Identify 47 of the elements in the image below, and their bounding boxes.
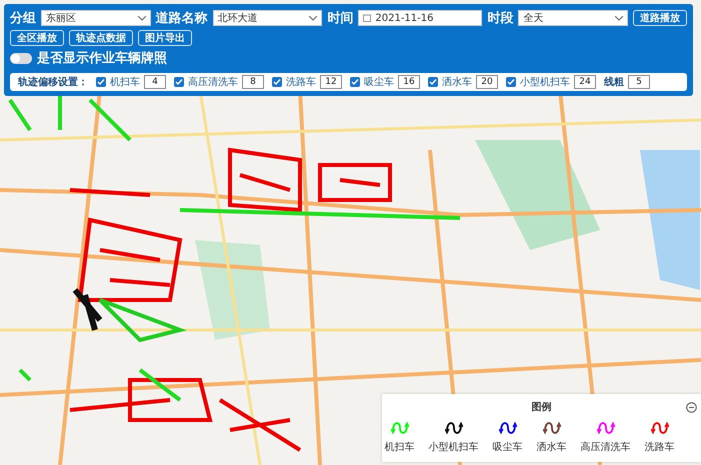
field-label: 分组 xyxy=(10,10,36,27)
caret-icon xyxy=(138,16,146,20)
date-field[interactable]: 2021-11-16 xyxy=(358,10,482,26)
action-button[interactable]: 图片导出 xyxy=(138,30,192,46)
checkbox[interactable] xyxy=(350,77,360,87)
calendar-icon xyxy=(363,14,372,22)
caret-icon xyxy=(309,16,318,20)
checkbox[interactable] xyxy=(506,77,516,87)
select-field[interactable]: 北环大道 xyxy=(212,10,322,26)
action-button[interactable]: 全区播放 xyxy=(10,30,64,46)
offset-input[interactable]: 24 xyxy=(574,75,596,89)
legend-title: 图例 xyxy=(532,400,552,414)
caret-icon xyxy=(615,16,623,20)
offset-input[interactable]: 20 xyxy=(476,75,498,89)
field-label: 时段 xyxy=(487,10,514,27)
checkbox-label: 小型机扫车 xyxy=(520,76,570,89)
offset-input[interactable]: 8 xyxy=(242,75,264,89)
offset-label: 轨迹偏移设置： xyxy=(18,75,88,89)
legend-label: 机扫车 xyxy=(384,440,414,454)
offset-input[interactable]: 16 xyxy=(398,75,420,89)
checkbox-label: 吸尘车 xyxy=(364,76,394,89)
legend-label: 小型机扫车 xyxy=(428,440,478,454)
offset-input[interactable]: 12 xyxy=(320,75,342,89)
select-field[interactable]: 东丽区 xyxy=(41,10,151,26)
zoom-out-icon[interactable] xyxy=(686,402,697,413)
legend-label: 洗路车 xyxy=(644,440,674,454)
line-width-label: 线粗 xyxy=(604,76,624,89)
toggle-label: 是否显示作业车辆牌照 xyxy=(37,50,167,67)
checkbox-label: 洒水车 xyxy=(442,76,472,89)
line-width-input[interactable]: 5 xyxy=(628,75,650,89)
field-label: 时间 xyxy=(327,10,354,27)
field-label: 道路名称 xyxy=(156,10,208,27)
legend-label: 洒水车 xyxy=(536,440,566,454)
checkbox[interactable] xyxy=(272,77,282,87)
checkbox-label: 机扫车 xyxy=(110,76,140,89)
legend-label: 高压清洗车 xyxy=(580,440,630,454)
checkbox[interactable] xyxy=(174,77,184,87)
action-button[interactable]: 轨迹点数据 xyxy=(69,30,133,46)
select-field[interactable]: 全天 xyxy=(518,10,628,26)
checkbox[interactable] xyxy=(428,77,438,87)
checkbox-label: 高压清洗车 xyxy=(188,76,238,89)
offset-input[interactable]: 4 xyxy=(144,75,166,89)
play-road-button[interactable]: 道路播放 xyxy=(633,10,687,26)
toggle-switch[interactable] xyxy=(10,52,32,64)
checkbox-label: 洗路车 xyxy=(286,76,316,89)
checkbox[interactable] xyxy=(96,77,106,87)
legend-label: 吸尘车 xyxy=(492,440,522,454)
